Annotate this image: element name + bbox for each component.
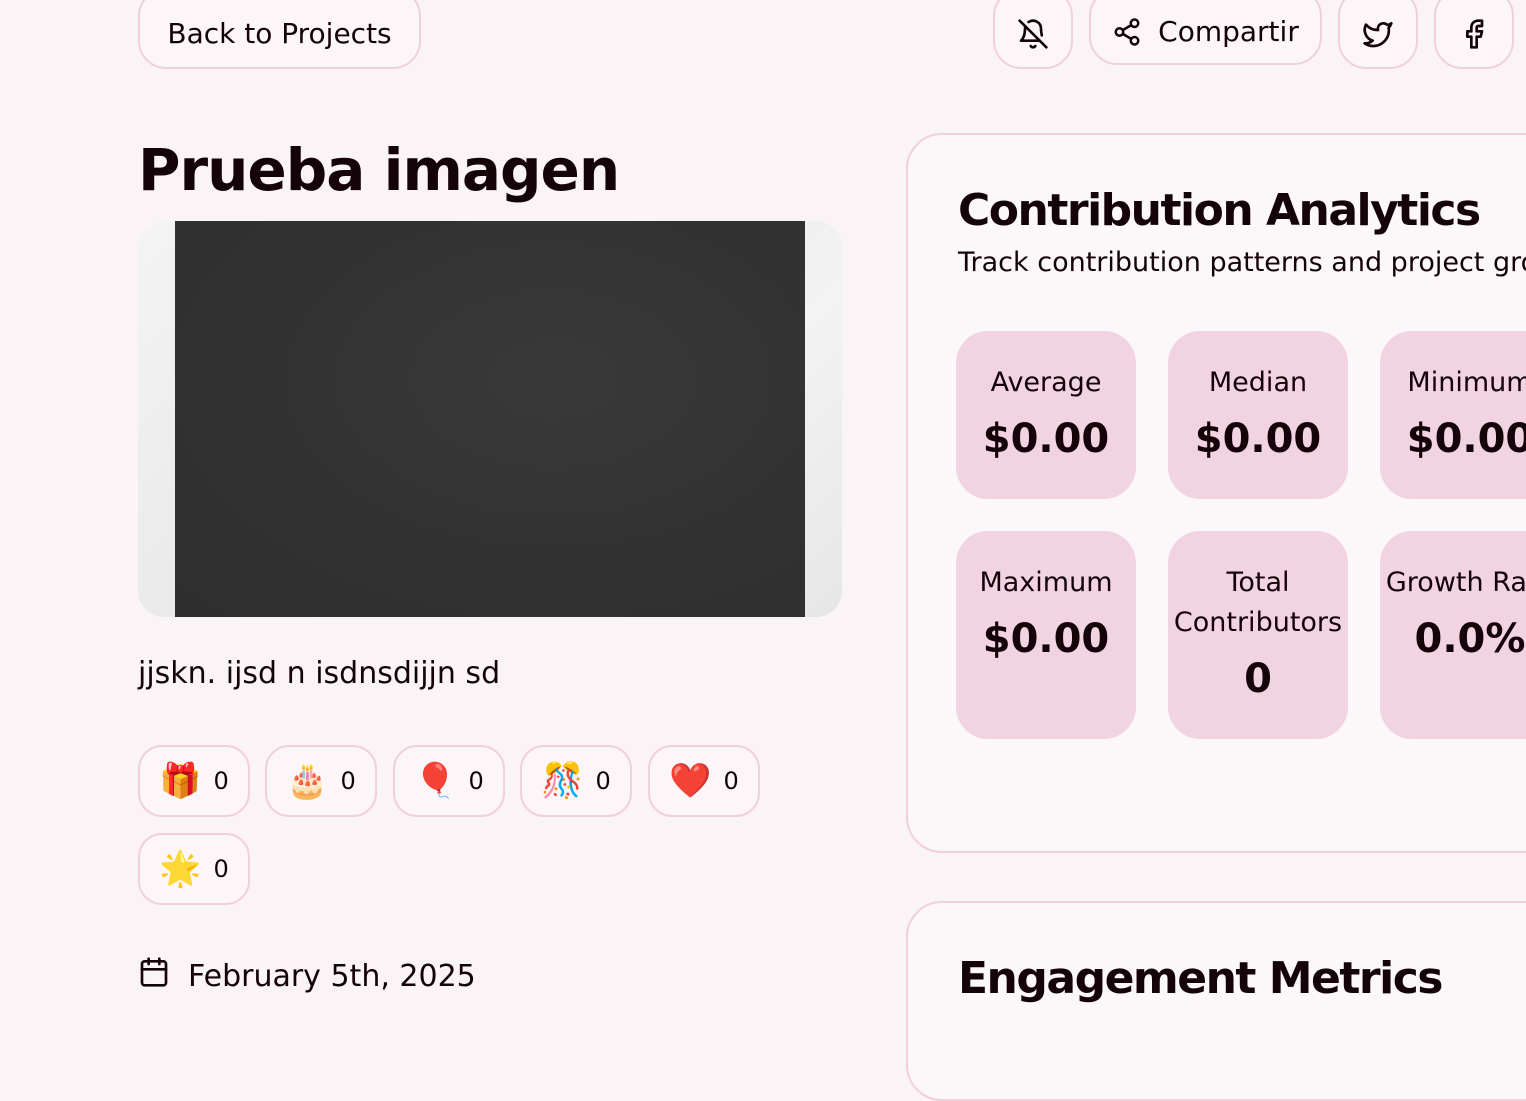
reaction-gift-button[interactable]: 🎁 0	[138, 745, 250, 817]
cake-icon: 🎂	[286, 761, 329, 801]
back-to-projects-button[interactable]: Back to Projects	[138, 0, 421, 69]
analytics-subtitle: Track contribution patterns and project …	[958, 247, 1526, 278]
stat-maximum: Maximum $0.00	[956, 531, 1136, 739]
bell-off-icon	[1017, 18, 1049, 50]
stat-minimum: Minimum $0.00	[1380, 331, 1526, 499]
reaction-count: 0	[213, 767, 229, 795]
share-button-label: Compartir	[1158, 15, 1299, 48]
notifications-toggle-button[interactable]	[993, 0, 1073, 69]
stat-average: Average $0.00	[956, 331, 1136, 499]
share-facebook-button[interactable]	[1434, 0, 1514, 69]
back-button-label: Back to Projects	[167, 17, 392, 50]
share-button[interactable]: Compartir	[1089, 0, 1322, 65]
stat-label: Minimum	[1407, 367, 1526, 398]
project-image-content	[175, 221, 805, 617]
stat-growth-rate: Growth Rate 0.0%	[1380, 531, 1526, 739]
star-icon: 🌟	[159, 849, 202, 889]
stat-label: Median	[1208, 367, 1308, 398]
reaction-star-button[interactable]: 🌟 0	[138, 833, 250, 905]
stat-value: $0.00	[1194, 416, 1322, 462]
reaction-count: 0	[595, 767, 611, 795]
reaction-heart-button[interactable]: ❤️ 0	[648, 745, 760, 817]
reaction-count: 0	[340, 767, 356, 795]
contribution-analytics-card: Contribution Analytics Track contributio…	[906, 133, 1526, 853]
project-date: February 5th, 2025	[138, 956, 476, 996]
stat-label: Total Contributors	[1173, 567, 1343, 638]
stat-value: $0.00	[982, 416, 1110, 462]
analytics-title: Contribution Analytics	[958, 185, 1481, 236]
stat-total-contributors: Total Contributors 0	[1168, 531, 1348, 739]
stat-label: Average	[990, 367, 1102, 398]
stat-median: Median $0.00	[1168, 331, 1348, 499]
engagement-title: Engagement Metrics	[958, 953, 1443, 1004]
stat-label: Growth Rate	[1385, 567, 1526, 598]
stat-value: $0.00	[982, 616, 1110, 662]
engagement-metrics-card: Engagement Metrics	[906, 901, 1526, 1101]
balloon-icon: 🎈	[414, 761, 457, 801]
stat-value: $0.00	[1406, 416, 1526, 462]
project-date-text: February 5th, 2025	[188, 958, 476, 994]
stat-value: 0.0%	[1414, 616, 1526, 662]
stat-label: Maximum	[979, 567, 1113, 598]
twitter-icon	[1362, 18, 1394, 50]
stat-value: 0	[1244, 656, 1272, 702]
reaction-count: 0	[213, 855, 229, 883]
reaction-count: 0	[723, 767, 739, 795]
calendar-icon	[138, 956, 170, 996]
project-description: jjskn. ijsd n isdnsdijjn sd	[138, 656, 501, 691]
project-image	[138, 221, 842, 617]
share-twitter-button[interactable]	[1338, 0, 1418, 69]
heart-icon: ❤️	[669, 761, 712, 801]
reaction-count: 0	[468, 767, 484, 795]
facebook-icon	[1458, 18, 1490, 50]
share-icon	[1112, 17, 1142, 47]
reaction-confetti-button[interactable]: 🎊 0	[520, 745, 632, 817]
gift-icon: 🎁	[159, 761, 202, 801]
reaction-cake-button[interactable]: 🎂 0	[265, 745, 377, 817]
project-title: Prueba imagen	[138, 136, 620, 204]
reaction-balloon-button[interactable]: 🎈 0	[393, 745, 505, 817]
confetti-icon: 🎊	[541, 761, 584, 801]
